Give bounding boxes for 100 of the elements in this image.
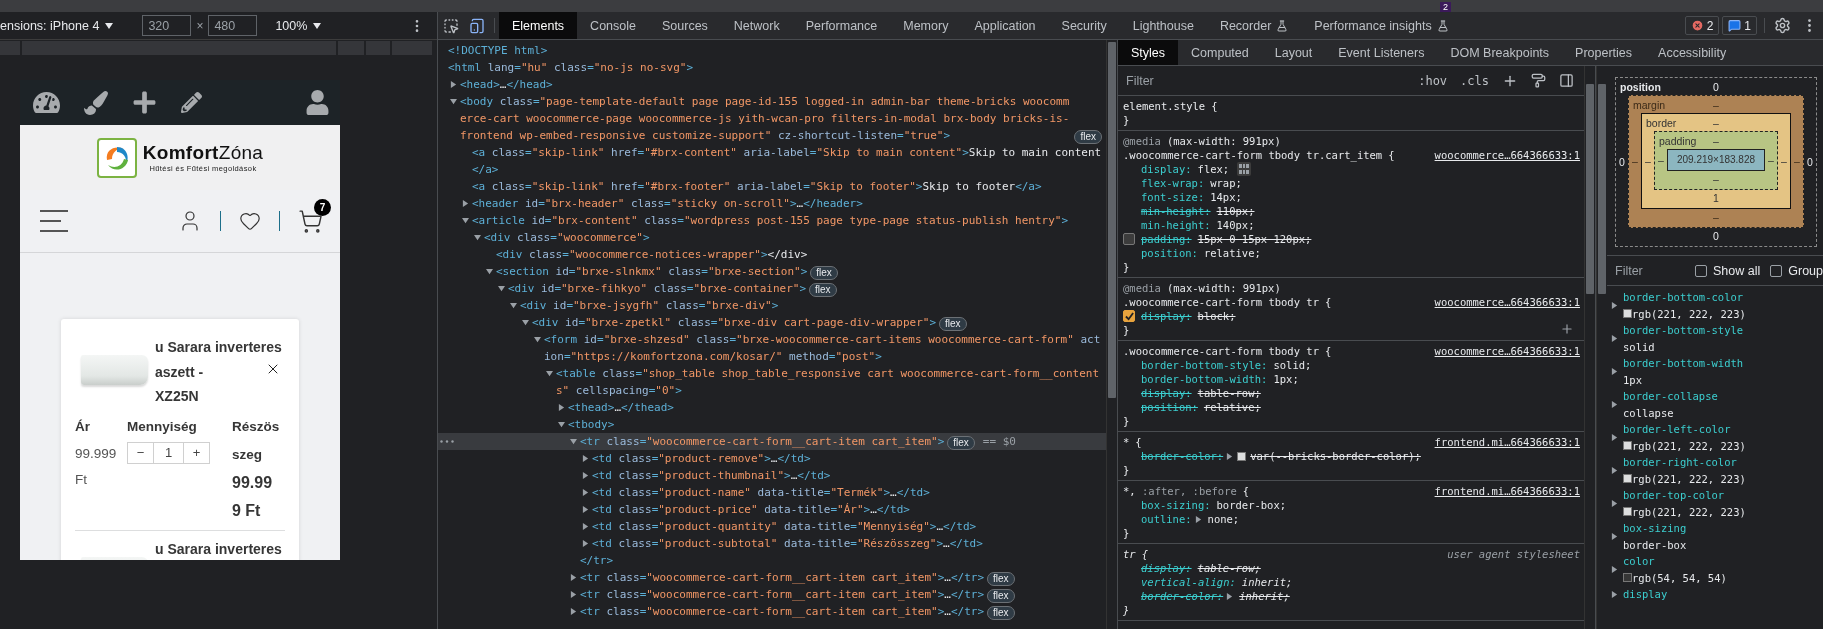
dom-node-row[interactable]: <div id="brxe-fihkyo" class="brxe-container"> flex [438,280,1106,297]
expand-triangle-icon[interactable] [1611,500,1618,507]
disclosure-triangle-icon[interactable] [510,302,517,309]
css-property-value[interactable]: inherit; [1239,589,1290,603]
css-property-value[interactable]: wrap; [1210,176,1242,190]
css-property-value[interactable]: 1px; [1273,372,1299,386]
device-selector[interactable]: ensions: iPhone 4 [0,18,100,33]
disclosure-triangle-icon[interactable] [582,472,589,479]
css-property-value[interactable]: border-box; [1216,498,1287,512]
expand-triangle-icon[interactable] [1611,368,1618,375]
expand-triangle-icon[interactable] [1611,590,1618,598]
css-property-value[interactable]: none; [1207,512,1240,526]
css-property-value[interactable]: relative; [1203,400,1261,414]
sidebar-tab[interactable]: Styles [1118,40,1179,65]
stylesheet-link[interactable]: woocommerce…664366633:1 [1434,148,1580,162]
dom-node-row[interactable]: <section id="brxe-slnkmx" class="brxe-section"> flex [438,263,1106,280]
panel-tab[interactable]: Console [577,12,649,39]
disclosure-triangle-icon[interactable] [462,200,469,207]
quantity-field[interactable]: 1 [153,442,184,463]
sidebar-tab[interactable]: Accessibility [1645,40,1740,65]
css-property-name[interactable]: border-color: [1141,449,1224,463]
scroll-bar[interactable] [1584,66,1595,629]
zoom-selector[interactable]: 100% [275,18,308,33]
disclosure-triangle-icon[interactable] [546,370,553,377]
paintbrush-icon[interactable] [84,90,108,115]
checkbox[interactable] [1770,264,1783,277]
disclosure-triangle-icon[interactable] [570,608,577,615]
css-property-value[interactable]: table-row; [1197,561,1261,575]
css-property-value[interactable]: 15px 0 15px 120px; [1197,232,1312,246]
more-icon[interactable] [440,440,454,443]
expand-triangle-icon[interactable] [1226,453,1234,460]
sidebar-tab[interactable]: Layout [1261,40,1326,65]
dom-node-row[interactable]: <div id="brxe-jsygfh" class="brxe-div"> [438,297,1106,314]
disclosure-triangle-icon[interactable] [462,217,469,224]
pencil-icon[interactable] [181,92,202,113]
css-property-name[interactable]: min-height: [1141,204,1211,218]
disclosure-triangle-icon[interactable] [570,591,577,598]
dom-node-row[interactable]: <tr class="woocommerce-cart-form__cart-item cart_item"> flex == $0 [438,433,1106,450]
css-property-value[interactable]: inherit; [1241,575,1293,589]
heart-icon[interactable] [239,210,261,232]
css-property-name[interactable]: border-bottom-style: [1141,358,1268,372]
css-property-name[interactable]: box-sizing: [1141,498,1211,512]
sidebar-tab[interactable]: Event Listeners [1325,40,1438,65]
stylesheet-link[interactable]: woocommerce…664366633:1 [1434,295,1580,309]
css-property-value[interactable]: flex; [1197,162,1230,176]
css-property-name[interactable]: border-color: [1141,589,1224,603]
flex-badge[interactable]: flex [987,572,1015,586]
dom-node-row[interactable]: <html lang="hu" class="no-js no-svg"> [438,59,1106,76]
disclosure-triangle-icon[interactable] [558,421,565,428]
css-property-value[interactable]: block; [1197,309,1236,323]
css-property-name[interactable]: position: [1141,246,1198,260]
css-property-value[interactable]: var(--bricks-border-color); [1250,449,1421,463]
height-field[interactable]: 480 [208,15,258,36]
dom-node-row[interactable]: <!DOCTYPE html> [438,42,1106,59]
dom-node-row[interactable]: <tbody> [438,416,1106,433]
flex-badge[interactable]: flex [987,589,1015,603]
panel-tab[interactable]: Elements [499,12,578,39]
dom-node-row[interactable]: <div id="brxe-zpetkl" class="brxe-div cart-page-div-wrapper"> flex [438,314,1106,331]
property-checkbox[interactable] [1123,233,1135,245]
css-property-name[interactable]: vertical-align: [1141,575,1236,589]
panel-tab[interactable]: Performance insights [1301,12,1462,39]
sidebar-tab[interactable]: Properties [1562,40,1646,65]
expand-triangle-icon[interactable] [1611,566,1618,573]
sidebar-tab[interactable]: Computed [1178,40,1262,65]
disclosure-triangle-icon[interactable] [570,438,577,445]
expand-triangle-icon[interactable] [1611,533,1618,540]
dom-node-row[interactable]: <article id="brx-content" class="wordpress post-155 page type-page status-publish hentry"> [438,212,1106,229]
disclosure-triangle-icon[interactable] [558,404,565,411]
css-property-name[interactable]: font-size: [1141,190,1205,204]
dom-node-row[interactable]: <td class="product-price" data-title="Ár">…</td> [438,501,1106,518]
css-property-value[interactable]: 110px; [1216,204,1255,218]
css-property-value[interactable]: 140px; [1216,218,1255,232]
message-count[interactable]: 1 [1722,16,1757,35]
dom-node-row[interactable]: <a class="skip-link" href="#brx-footer" aria-label="Skip to footer">Skip to footer</a> [438,178,1106,195]
error-count[interactable]: 2 [1684,16,1720,35]
flex-badge[interactable]: flex [947,436,975,450]
disclosure-triangle-icon[interactable] [486,268,493,275]
property-checkbox[interactable] [1123,310,1135,322]
dom-node-row[interactable]: <td class="product-quantity" data-title="Mennyiség">…</td> [438,518,1106,535]
disclosure-triangle-icon[interactable] [582,489,589,496]
panel-tab[interactable]: Lighthouse [1119,12,1207,39]
panel-tab[interactable]: Performance [792,12,891,39]
flex-badge[interactable]: flex [939,317,967,331]
stylesheet-link[interactable]: frontend.mi…664366633:1 [1434,484,1580,498]
dom-node-row[interactable]: <div class="woocommerce"> [438,229,1106,246]
paint-roller-icon[interactable] [1529,73,1548,88]
dom-node-row[interactable]: <form id="brxe-shzesd" class="brxe-woocommerce-cart-items woocommerce-cart-form" action="https://komfortzona.com/kosar/" method="post"> [438,331,1106,365]
expand-triangle-icon[interactable] [1611,434,1618,441]
stylesheet-link[interactable]: frontend.mi…664366633:1 [1434,435,1580,449]
expand-triangle-icon[interactable] [1611,335,1618,342]
dom-node-row[interactable]: <div class="woocommerce-notices-wrapper"></div> [438,246,1106,263]
color-swatch[interactable] [1237,451,1247,461]
stylesheet-link[interactable]: woocommerce…664366633:1 [1434,344,1580,358]
checkbox[interactable] [1695,264,1707,277]
disclosure-triangle-icon[interactable] [474,234,481,241]
expand-triangle-icon[interactable] [1611,467,1618,474]
dom-node-row[interactable]: <head>…</head> [438,76,1106,93]
css-property-name[interactable]: display: [1141,561,1192,575]
class-button[interactable]: .cls [1458,73,1491,88]
disclosure-triangle-icon[interactable] [582,523,589,530]
